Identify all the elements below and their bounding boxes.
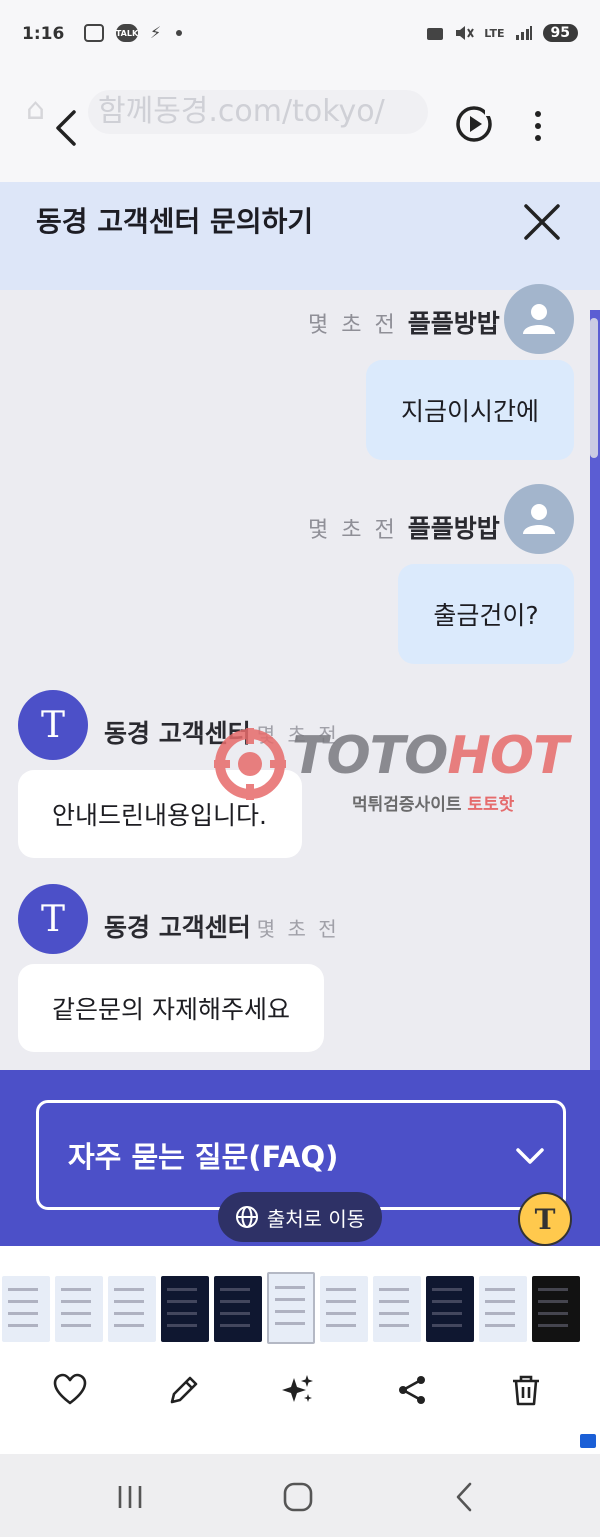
person-icon [523, 504, 555, 534]
agent-message-bubble: 같은문의 자제해주세요 [18, 964, 324, 1052]
message-meta: 몇 초 전 플플방밥 [308, 304, 500, 340]
favorite-button[interactable] [52, 1372, 92, 1412]
chat-title: 동경 고객센터 문의하기 [36, 205, 314, 238]
watermark-subtitle: 먹튀검증사이트 토토핫 [352, 790, 514, 815]
chat-header: 동경 고객센터 문의하기 [0, 182, 600, 290]
message-meta: 동경 고객센터 몇 초 전 [104, 908, 340, 944]
watermark-brand-b: HOT [447, 726, 568, 786]
faq-label: 자주 묻는 질문(FAQ) [68, 1140, 339, 1174]
edit-button[interactable] [166, 1372, 206, 1412]
pencil-icon [170, 1376, 198, 1404]
thumbnail[interactable] [161, 1276, 209, 1342]
system-icons: LTE 95 [426, 24, 578, 42]
recent-apps-button[interactable] [110, 1480, 150, 1514]
thumbnail[interactable] [479, 1276, 527, 1342]
heart-icon [53, 1373, 87, 1405]
watermark-brand: TOTOHOT [292, 726, 569, 786]
chat-scrollbar-thumb[interactable] [590, 318, 598, 458]
go-to-source-button[interactable]: 출처로 이동 [218, 1192, 382, 1242]
bolt-icon: ⚡ [150, 23, 162, 42]
home-button[interactable] [278, 1480, 318, 1514]
kakaotalk-icon: TALK [116, 24, 138, 42]
chevron-down-icon[interactable] [514, 1144, 546, 1168]
mute-icon [456, 26, 475, 40]
notification-icons: TALK ⚡ [58, 24, 182, 42]
thumbnail[interactable] [426, 1276, 474, 1342]
chevron-left-icon [456, 1482, 472, 1512]
person-icon [523, 304, 555, 334]
watermark-subtitle-a: 먹튀검증사이트 [352, 795, 462, 815]
watermark-brand-a: TOTO [292, 726, 448, 786]
gallery-actions [0, 1372, 600, 1438]
screenshot-icon [84, 24, 104, 42]
message-time: 몇 초 전 [256, 917, 340, 941]
thumbnail[interactable] [108, 1276, 156, 1342]
close-icon [524, 204, 560, 240]
browser-toolbar: ⌂ 함께동경.com/tokyo/ [0, 72, 600, 182]
message-time: 몇 초 전 [308, 518, 398, 543]
watermark: TOTOHOT 먹튀검증사이트 토토핫 [210, 720, 590, 820]
message-meta: 몇 초 전 플플방밥 [308, 509, 500, 545]
status-bar: 1:16 TALK ⚡ LTE 95 [0, 0, 600, 72]
user-message-bubble: 출금건이? [398, 564, 574, 664]
thumbnail[interactable] [532, 1276, 580, 1342]
ai-effects-button[interactable] [280, 1372, 320, 1412]
signal-icon [515, 26, 532, 40]
system-back-button[interactable] [446, 1480, 486, 1514]
folder-icon [427, 28, 444, 40]
recent-apps-icon [118, 1486, 142, 1508]
sender-name: 플플방밥 [407, 309, 500, 338]
watermark-logo-icon [214, 728, 286, 800]
thumbnail[interactable] [320, 1276, 368, 1342]
home-circle-icon [283, 1482, 313, 1512]
agent-name: 동경 고객센터 [104, 913, 251, 942]
video-assistant-button[interactable] [452, 102, 496, 146]
thumbnail-strip[interactable] [0, 1272, 600, 1346]
share-icon [399, 1376, 425, 1404]
sparkle-icon [282, 1375, 313, 1402]
text-extract-button[interactable]: T [518, 1192, 572, 1246]
agent-avatar: T [18, 884, 88, 954]
play-circle-icon [456, 106, 493, 142]
chevron-left-icon [56, 110, 76, 146]
thumbnail[interactable] [55, 1276, 103, 1342]
network-type: LTE [484, 26, 505, 40]
agent-avatar: T [18, 690, 88, 760]
watermark-subtitle-b: 토토핫 [467, 795, 515, 815]
user-avatar [504, 484, 574, 554]
go-to-source-label: 출처로 이동 [266, 1206, 366, 1231]
share-button[interactable] [394, 1372, 434, 1412]
delete-button[interactable] [508, 1372, 548, 1412]
sender-name: 플플방밥 [407, 514, 500, 543]
user-message-bubble: 지금이시간에 [366, 360, 574, 460]
thumbnail[interactable] [2, 1276, 50, 1342]
more-notifications-icon [176, 30, 182, 36]
close-chat-button[interactable] [520, 200, 564, 244]
navigation-bar [0, 1454, 600, 1537]
url-bar[interactable]: 함께동경.com/tokyo/ [88, 90, 428, 134]
trash-icon [513, 1375, 539, 1406]
folder-badge-icon [580, 1434, 596, 1448]
more-options-button[interactable] [526, 106, 550, 150]
kebab-menu-icon [535, 111, 541, 141]
back-button[interactable] [46, 102, 86, 152]
user-avatar [504, 284, 574, 354]
thumbnail[interactable] [373, 1276, 421, 1342]
thumbnail-selected[interactable] [267, 1272, 315, 1344]
battery-level: 95 [542, 24, 578, 42]
globe-icon [235, 1206, 258, 1228]
thumbnail[interactable] [214, 1276, 262, 1342]
message-time: 몇 초 전 [308, 313, 398, 338]
